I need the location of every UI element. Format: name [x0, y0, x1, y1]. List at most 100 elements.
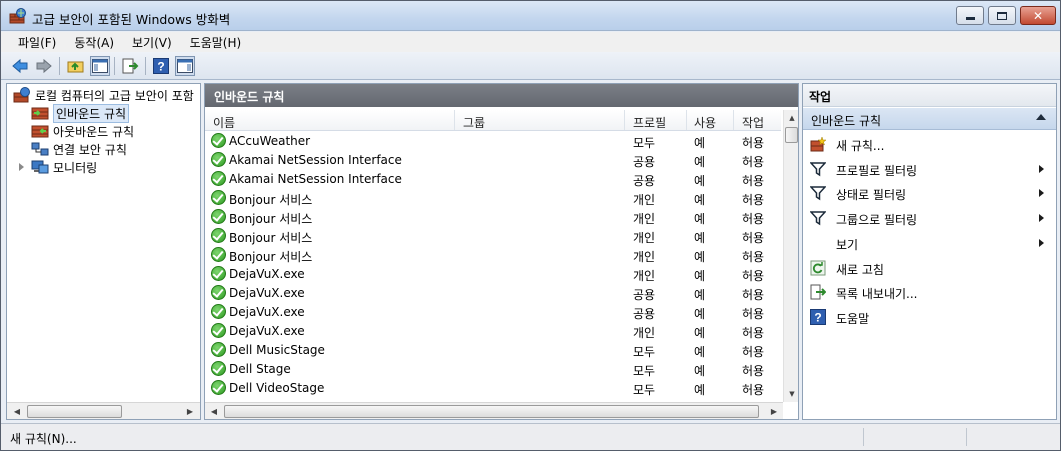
table-row[interactable]: Akamai NetSession Interface 공용 예 허용: [205, 151, 781, 170]
action-item[interactable]: 보기: [803, 231, 1056, 255]
scroll-thumb[interactable]: [27, 405, 122, 418]
column-header-action[interactable]: 작업: [742, 114, 764, 131]
column-header-row: 이름 그룹 프로필 사용 작업: [205, 110, 781, 131]
column-divider[interactable]: [454, 110, 455, 130]
table-row[interactable]: ACcuWeather 모두 예 허용: [205, 132, 781, 151]
enabled-check-icon: [211, 380, 226, 395]
enabled-check-icon: [211, 247, 226, 262]
enabled-check-icon: [211, 361, 226, 376]
action-item[interactable]: 새로 고침: [803, 256, 1056, 280]
close-icon: ✕: [1032, 8, 1044, 23]
scroll-thumb[interactable]: [785, 127, 798, 143]
filter-icon: [809, 185, 827, 201]
tree-horizontal-scrollbar[interactable]: ◀ ▶: [7, 402, 200, 419]
outbound-rules-icon: [31, 123, 49, 139]
scroll-down-icon[interactable]: ▼: [786, 388, 798, 400]
submenu-arrow-icon: [1039, 214, 1044, 223]
actions-section-header[interactable]: 인바운드 규칙: [803, 108, 1056, 130]
column-divider[interactable]: [686, 110, 687, 130]
table-row[interactable]: Bonjour 서비스 개인 예 허용: [205, 189, 781, 208]
scroll-right-icon[interactable]: ▶: [183, 405, 197, 418]
list-vertical-scrollbar[interactable]: ▲ ▼: [783, 110, 798, 402]
rule-action: 허용: [742, 288, 765, 302]
toolbar-separator: [114, 57, 115, 75]
rule-enabled: 예: [694, 250, 706, 264]
column-divider[interactable]: [733, 110, 734, 130]
scroll-left-icon[interactable]: ◀: [207, 405, 221, 418]
menu-action[interactable]: 동작(A): [65, 32, 123, 52]
rule-profile: 공용: [633, 288, 656, 302]
tree-item-label: 모니터링: [53, 160, 98, 175]
show-hide-tree-button[interactable]: [90, 56, 110, 76]
scroll-thumb[interactable]: [224, 405, 759, 418]
maximize-icon: [997, 11, 1007, 20]
scroll-up-icon[interactable]: ▲: [786, 112, 798, 124]
table-row[interactable]: Dell VideoStage 모두 예 허용: [205, 379, 781, 398]
rule-profile: 모두: [633, 345, 656, 359]
rule-enabled: 예: [694, 212, 706, 226]
menu-view[interactable]: 보기(V): [123, 32, 181, 52]
action-item[interactable]: 상태로 필터링: [803, 181, 1056, 205]
menu-help[interactable]: 도움말(H): [181, 32, 251, 52]
rule-profile: 개인: [633, 250, 656, 264]
table-row[interactable]: Bonjour 서비스 개인 예 허용: [205, 208, 781, 227]
table-row[interactable]: DejaVuX.exe 공용 예 허용: [205, 303, 781, 322]
table-row[interactable]: Dell MusicStage 모두 예 허용: [205, 341, 781, 360]
list-horizontal-scrollbar[interactable]: ◀ ▶: [205, 402, 783, 419]
rule-action: 허용: [742, 136, 765, 150]
action-label: 그룹으로 필터링: [836, 213, 918, 228]
help-toolbar-button[interactable]: ?: [151, 56, 171, 76]
table-row[interactable]: DejaVuX.exe 공용 예 허용: [205, 284, 781, 303]
column-divider[interactable]: [624, 110, 625, 130]
maximize-button[interactable]: [988, 6, 1016, 25]
action-item[interactable]: 목록 내보내기...: [803, 280, 1056, 304]
action-item[interactable]: ? 도움말: [803, 305, 1056, 329]
close-button[interactable]: ✕: [1020, 6, 1056, 25]
column-header-group[interactable]: 그룹: [463, 114, 485, 131]
action-item[interactable]: 그룹으로 필터링: [803, 206, 1056, 230]
enabled-check-icon: [211, 133, 226, 148]
forward-button[interactable]: [34, 56, 54, 76]
tree-item-root[interactable]: 로컬 컴퓨터의 고급 보안이 포함: [13, 86, 194, 104]
action-item[interactable]: 프로필로 필터링: [803, 157, 1056, 181]
table-row[interactable]: Dell Stage 모두 예 허용: [205, 360, 781, 379]
submenu-arrow-icon: [1039, 189, 1044, 198]
rule-action: 허용: [742, 269, 765, 283]
toolbar-separator: [59, 57, 60, 75]
collapse-arrow-icon[interactable]: [1036, 114, 1046, 120]
action-label: 새로 고침: [836, 262, 884, 277]
column-header-name[interactable]: 이름: [213, 114, 235, 131]
table-row[interactable]: DejaVuX.exe 개인 예 허용: [205, 265, 781, 284]
table-row[interactable]: Akamai NetSession Interface 공용 예 허용: [205, 170, 781, 189]
tree-item-monitoring[interactable]: 모니터링: [19, 158, 97, 176]
scroll-right-icon[interactable]: ▶: [767, 405, 781, 418]
export-button[interactable]: [120, 56, 140, 76]
status-text: 새 규칙(N)...: [10, 432, 77, 446]
action-item[interactable]: 새 규칙...: [803, 132, 1056, 156]
rule-enabled: 예: [694, 345, 706, 359]
back-button[interactable]: [10, 56, 30, 76]
table-row[interactable]: Bonjour 서비스 개인 예 허용: [205, 246, 781, 265]
rule-enabled: 예: [694, 155, 706, 169]
menu-bar: 파일(F) 동작(A) 보기(V) 도움말(H): [1, 32, 1060, 52]
scroll-left-icon[interactable]: ◀: [10, 405, 24, 418]
tree-item-inbound-rules[interactable]: 인바운드 규칙: [31, 103, 130, 123]
enabled-check-icon: [211, 171, 226, 186]
submenu-arrow-icon: [1039, 164, 1044, 173]
column-header-profile[interactable]: 프로필: [633, 114, 666, 131]
rule-action: 허용: [742, 326, 765, 340]
rule-enabled: 예: [694, 307, 706, 321]
tree-item-outbound-rules[interactable]: 아웃바운드 규칙: [31, 122, 134, 140]
show-hide-action-pane-button[interactable]: [175, 56, 195, 76]
tree-item-connection-security[interactable]: 연결 보안 규칙: [31, 140, 127, 158]
table-row[interactable]: DejaVuX.exe 개인 예 허용: [205, 322, 781, 341]
action-label: 상태로 필터링: [836, 188, 907, 203]
expand-arrow-icon[interactable]: [19, 163, 24, 171]
minimize-button[interactable]: [956, 6, 984, 25]
column-header-enabled[interactable]: 사용: [694, 114, 716, 131]
table-row[interactable]: Bonjour 서비스 개인 예 허용: [205, 227, 781, 246]
rule-action: 허용: [742, 250, 765, 264]
rule-name: Bonjour 서비스: [229, 212, 313, 226]
menu-file[interactable]: 파일(F): [1, 32, 65, 52]
up-level-button[interactable]: [66, 56, 86, 76]
